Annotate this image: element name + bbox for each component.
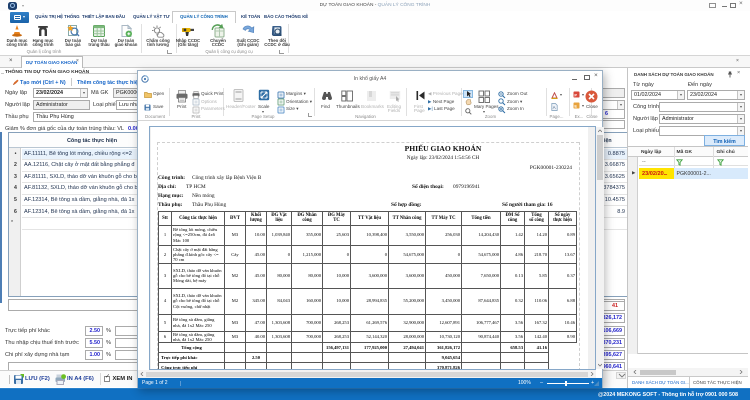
svg-text:A: A (553, 105, 556, 110)
svg-text:P: P (574, 92, 577, 97)
svg-text:E: E (574, 103, 577, 108)
